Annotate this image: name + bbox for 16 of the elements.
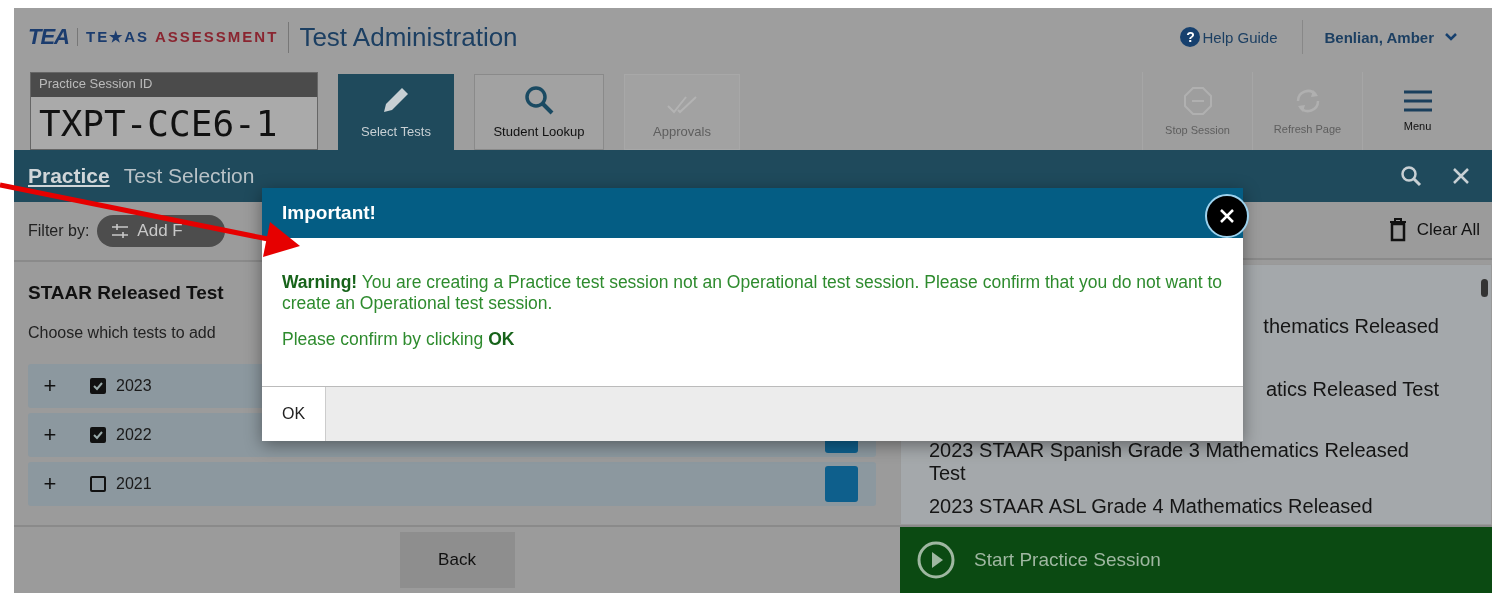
confirm-message: Please confirm by clicking OK <box>282 329 516 350</box>
year-label: 2023 <box>116 377 152 395</box>
year-label: 2022 <box>116 426 152 444</box>
page-title: Test Selection <box>123 164 255 188</box>
app-title: Test Administration <box>288 21 518 53</box>
warning-message: Warning! You are creating a Practice test session not an Operational test session. Please confirm that you do not want to create an Operational test session. <box>282 272 1223 314</box>
help-icon: ? <box>1180 27 1201 47</box>
year-label: 2021 <box>116 475 152 493</box>
section-description: Choose which tests to add <box>28 324 216 342</box>
session-id: TXPT-CCE6-1 <box>31 97 317 149</box>
dialog-title: Important! <box>282 202 376 224</box>
filter-label: Filter by: <box>28 222 90 240</box>
session-id-label: Practice Session ID <box>31 73 317 97</box>
texas-assessment-logo: TE★AS ASSESSMENT <box>77 28 279 46</box>
section-title: STAAR Released Test <box>28 282 224 304</box>
tea-logo: TEA <box>28 24 69 50</box>
